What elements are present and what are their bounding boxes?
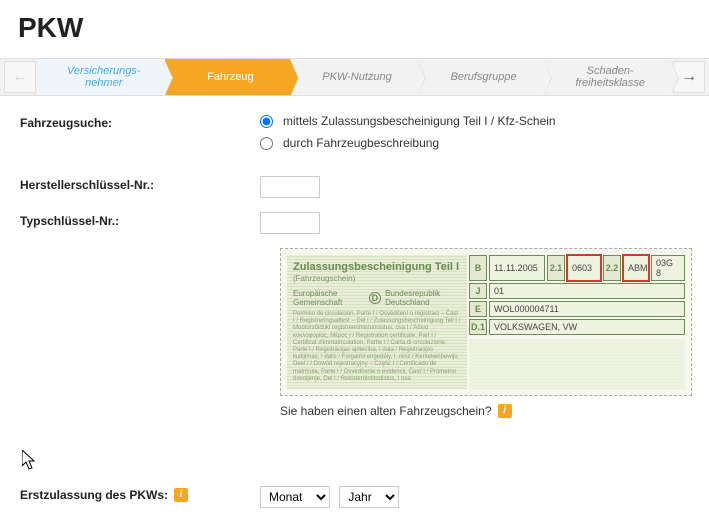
- info-icon[interactable]: i: [498, 404, 512, 418]
- hsn-label: Herstellerschlüssel-Nr.:: [20, 176, 260, 192]
- wizard-step-schadenfreiheitsklasse[interactable]: Schaden- freiheitsklasse: [544, 59, 671, 95]
- cert-j-value: 01: [489, 283, 685, 299]
- cert-subtitle: (Fahrzeugschein): [293, 274, 461, 283]
- cert-d1-label: D.1: [469, 319, 487, 335]
- radio-label: durch Fahrzeugbeschreibung: [283, 136, 439, 150]
- cert-j-label: J: [469, 283, 487, 299]
- info-icon[interactable]: i: [174, 488, 188, 502]
- old-cert-help-text: Sie haben einen alten Fahrzeugschein?: [280, 404, 492, 418]
- page-title: PKW: [18, 12, 709, 44]
- cert-hsn-value: 0603: [567, 255, 601, 281]
- wizard-nav: ← Versicherungs- nehmer Fahrzeug PKW-Nut…: [0, 58, 709, 96]
- tsn-label: Typschlüssel-Nr.:: [20, 212, 260, 228]
- cert-21-label: 2.1: [547, 255, 565, 281]
- erstzulassung-month-select[interactable]: Monat: [260, 486, 330, 508]
- wizard-step-label: PKW-Nutzung: [322, 71, 392, 83]
- cert-title: Zulassungsbescheinigung Teil I: [293, 261, 461, 273]
- erstzulassung-label: Erstzulassung des PKWs:: [20, 488, 168, 502]
- cert-eu: Europäische Gemeinschaft: [293, 289, 365, 307]
- cert-de: Bundesrepublik Deutschland: [385, 289, 461, 307]
- wizard-step-berufsgruppe[interactable]: Berufsgruppe: [418, 59, 545, 95]
- erstzulassung-year-select[interactable]: Jahr: [339, 486, 399, 508]
- fahrzeugsuche-label: Fahrzeugsuche:: [20, 114, 260, 130]
- cert-fine-print: Permiso de circulación, Parte I / Osvědč…: [293, 311, 461, 383]
- wizard-step-label: Versicherungs- nehmer: [67, 65, 141, 89]
- cert-d-badge: D: [369, 292, 381, 304]
- tsn-input[interactable]: [260, 212, 320, 234]
- cert-tsn2-value: 03G 8: [651, 255, 685, 281]
- cert-tsn1-value: ABM: [623, 255, 649, 281]
- wizard-step-versicherungsnehmer[interactable]: Versicherungs- nehmer: [38, 59, 165, 95]
- cert-e-value: WOL000004711: [489, 301, 685, 317]
- wizard-step-label: Berufsgruppe: [451, 71, 517, 83]
- wizard-step-pkw-nutzung[interactable]: PKW-Nutzung: [291, 59, 418, 95]
- cert-b-label: B: [469, 255, 487, 281]
- certificate-illustration: Zulassungsbescheinigung Teil I (Fahrzeug…: [280, 248, 692, 396]
- wizard-step-label: Schaden- freiheitsklasse: [575, 65, 645, 89]
- hsn-input[interactable]: [260, 176, 320, 198]
- radio-label: mittels Zulassungsbescheinigung Teil I /…: [283, 114, 556, 128]
- radio-option-beschreibung[interactable]: durch Fahrzeugbeschreibung: [260, 136, 689, 150]
- cert-d1-value: VOLKSWAGEN, VW: [489, 319, 685, 335]
- radio-beschreibung[interactable]: [260, 137, 273, 150]
- cert-e-label: E: [469, 301, 487, 317]
- cert-22-label: 2.2: [603, 255, 621, 281]
- wizard-step-fahrzeug[interactable]: Fahrzeug: [165, 59, 292, 95]
- radio-option-zulassung[interactable]: mittels Zulassungsbescheinigung Teil I /…: [260, 114, 689, 128]
- cert-b-date: 11.11.2005: [489, 255, 545, 281]
- radio-zulassung[interactable]: [260, 115, 273, 128]
- wizard-step-label: Fahrzeug: [207, 71, 253, 83]
- wizard-prev-button: ←: [4, 61, 36, 93]
